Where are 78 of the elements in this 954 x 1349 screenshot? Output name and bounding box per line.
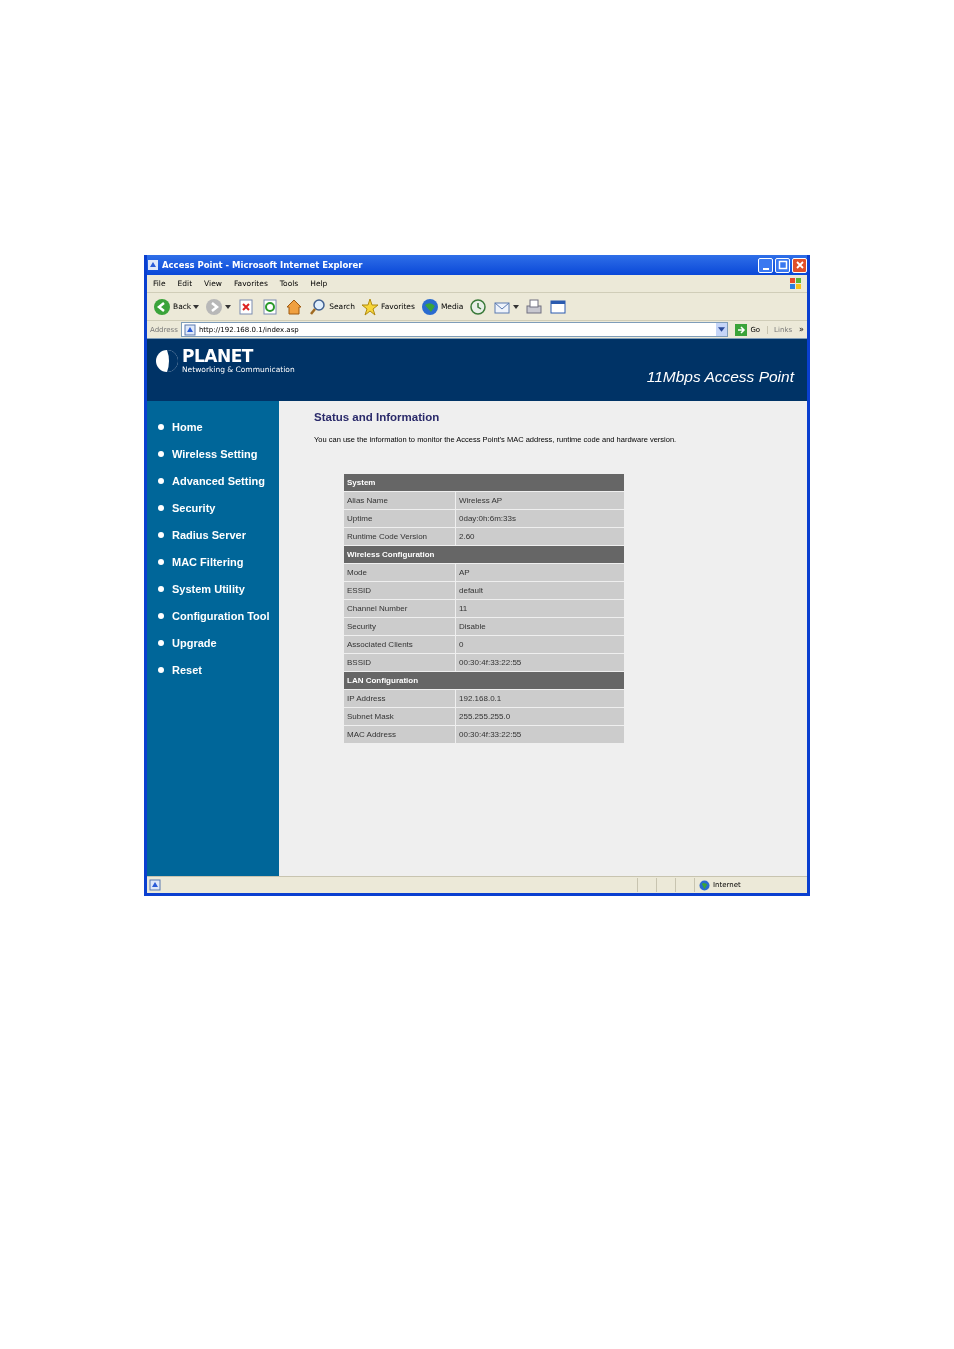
- close-button[interactable]: [792, 257, 807, 273]
- sidebar-item[interactable]: Upgrade: [147, 629, 279, 656]
- bullet-icon: [158, 585, 164, 592]
- refresh-icon: [261, 297, 280, 316]
- bullet-icon: [158, 477, 164, 484]
- windows-flag-icon: [789, 276, 803, 291]
- sidebar-item[interactable]: System Utility: [147, 575, 279, 602]
- table-cell: Associated Clients: [344, 636, 455, 653]
- table-cell: Channel Number: [344, 600, 455, 617]
- home-icon: [285, 297, 304, 316]
- table-cell: Disable: [456, 618, 624, 635]
- table-cell: 11: [456, 600, 624, 617]
- table-cell: ESSID: [344, 582, 455, 599]
- close-icon: [794, 260, 805, 270]
- section-header: Wireless Configuration: [344, 546, 624, 563]
- sidebar-item[interactable]: Advanced Setting: [147, 467, 279, 494]
- stop-icon: [237, 297, 256, 316]
- table-cell: Subnet Mask: [344, 708, 455, 725]
- minimize-button[interactable]: [758, 257, 773, 273]
- bullet-icon: [158, 504, 164, 511]
- section-header: LAN Configuration: [344, 672, 624, 689]
- table-cell: 2.60: [456, 528, 624, 545]
- page-heading: Status and Information: [314, 411, 441, 423]
- maximize-button[interactable]: [775, 257, 790, 273]
- window-title: Access Point - Microsoft Internet Explorer: [162, 260, 363, 270]
- table-cell: 0day:0h:6m:33s: [456, 510, 624, 527]
- bullet-icon: [158, 450, 164, 457]
- table-cell: Uptime: [344, 510, 455, 527]
- section-header: System: [344, 474, 624, 491]
- sidebar-item[interactable]: Radius Server: [147, 521, 279, 548]
- caret-icon: [225, 304, 232, 309]
- table-cell: Wireless AP: [456, 492, 624, 509]
- minimize-icon: [762, 267, 769, 270]
- bullet-icon: [158, 423, 164, 430]
- browser-icon: [147, 259, 159, 271]
- maximize-icon: [777, 260, 788, 270]
- table-cell: Runtime Code Version: [344, 528, 455, 545]
- table-cell: MAC Address: [344, 726, 455, 743]
- sidebar-item[interactable]: Reset: [147, 656, 279, 683]
- bullet-icon: [158, 558, 164, 565]
- bullet-icon: [158, 612, 164, 619]
- caret-icon: [718, 327, 726, 332]
- table-cell: IP Address: [344, 690, 455, 707]
- sidebar-item[interactable]: Home: [147, 413, 279, 440]
- table-cell: default: [456, 582, 624, 599]
- bullet-icon: [158, 666, 164, 673]
- globe-icon: [699, 879, 710, 891]
- logo-icon: [155, 349, 179, 373]
- logo-wordmark: PLANET: [182, 348, 255, 365]
- table-cell: Mode: [344, 564, 455, 581]
- sidebar-item[interactable]: Security: [147, 494, 279, 521]
- table-cell: 00:30:4f:33:22:55: [456, 654, 624, 671]
- more-chevron[interactable]: »: [799, 325, 804, 334]
- arrow-icon: [735, 323, 748, 336]
- page-icon: [149, 879, 161, 891]
- caret-icon: [193, 304, 200, 309]
- sidebar-item[interactable]: MAC Filtering: [147, 548, 279, 575]
- table-cell: Security: [344, 618, 455, 635]
- caret-icon: [513, 304, 520, 309]
- table-cell: 0: [456, 636, 624, 653]
- window-icon: [549, 297, 568, 316]
- search-icon: [309, 297, 328, 316]
- printer-icon: [525, 297, 544, 316]
- table-cell: BSSID: [344, 654, 455, 671]
- page-icon: [183, 323, 196, 336]
- globe-icon: [420, 297, 439, 316]
- bullet-icon: [158, 531, 164, 538]
- sidebar-item[interactable]: Wireless Setting: [147, 440, 279, 467]
- star-icon: [361, 297, 379, 316]
- table-cell: AP: [456, 564, 624, 581]
- table-cell: 00:30:4f:33:22:55: [456, 726, 624, 743]
- product-title: 11Mbps Access Point: [646, 368, 794, 386]
- sidebar-item[interactable]: Configuration Tool: [147, 602, 279, 629]
- clock-icon: [469, 297, 488, 316]
- table-cell: 255.255.255.0: [456, 708, 624, 725]
- table-cell: Alias Name: [344, 492, 455, 509]
- bullet-icon: [158, 639, 164, 646]
- table-cell: 192.168.0.1: [456, 690, 624, 707]
